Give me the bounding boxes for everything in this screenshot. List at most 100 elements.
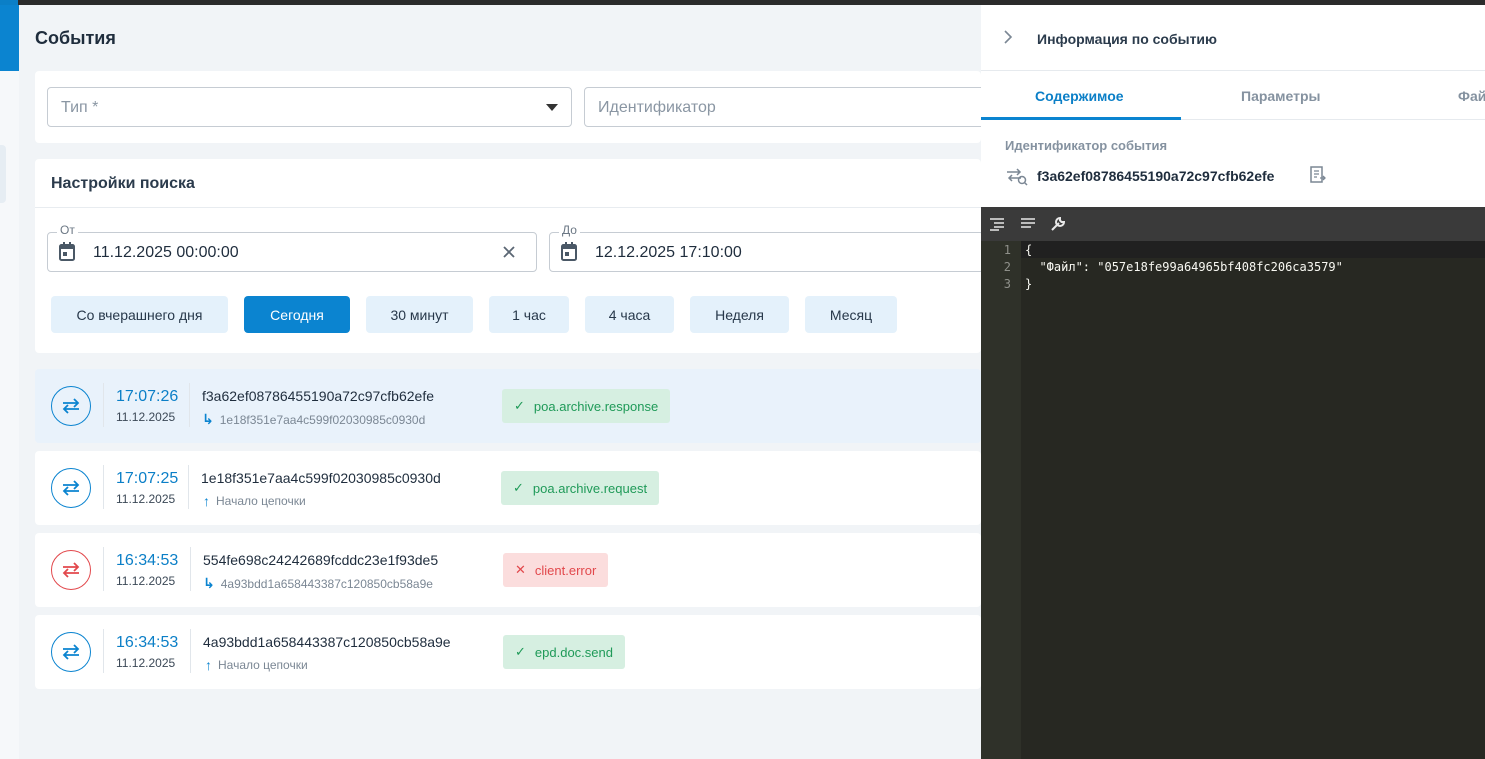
date-from-value: 11.12.2025 00:00:00: [93, 244, 239, 261]
line-number-gutter: 1 2 3: [981, 241, 1021, 759]
status-badge: ✓ epd.doc.send: [503, 635, 625, 669]
panel-title: Информация по событию: [1037, 31, 1217, 47]
event-parent: ↳ 4a93bdd1a658443387c120850cb58a9e: [203, 575, 433, 592]
code-line: "Файл": "057e18fe99a64965bf408fc206ca357…: [1025, 260, 1343, 274]
divider: [190, 629, 191, 673]
active-line-highlight: [1021, 241, 1485, 258]
status-badge: ✓ poa.archive.request: [501, 471, 660, 505]
nav-active-marker[interactable]: [0, 5, 19, 71]
event-id-value: f3a62ef08786455190a72c97cfb62efe: [1037, 168, 1275, 184]
chain-start-label: Начало цепочки: [218, 658, 308, 672]
nav-item-hint[interactable]: [0, 145, 6, 203]
events-page: События Тип * Идентификатор Настройки по…: [19, 5, 994, 759]
event-info-panel: Информация по событию Содержимое Парамет…: [981, 5, 1485, 759]
event-parent-id: 1e18f351e7aa4c599f02030985c0930d: [219, 412, 426, 427]
status-badge-label: client.error: [534, 562, 597, 578]
event-row[interactable]: 17:07:25 11.12.2025 1e18f351e7aa4c599f02…: [35, 451, 981, 525]
event-chain-start: ↑ Начало цепочки: [203, 493, 306, 509]
divider: [190, 547, 191, 591]
event-id: 554fe698c24242689fcddc23e1f93de5: [203, 552, 439, 568]
date-to-label: До: [559, 223, 580, 237]
exchange-arrows-icon: [51, 632, 91, 672]
quick-today-button[interactable]: Сегодня: [244, 296, 350, 333]
event-date: 11.12.2025: [116, 574, 176, 588]
date-to-field[interactable]: До 12.12.2025 17:10:00: [549, 223, 984, 272]
event-id-label: Идентификатор события: [1005, 138, 1168, 153]
return-arrow-icon: ↳: [203, 575, 215, 591]
event-chain-start: ↑ Начало цепочки: [205, 657, 308, 673]
date-from-field[interactable]: От 11.12.2025 00:00:00: [47, 223, 537, 272]
filter-card: Тип * Идентификатор: [35, 71, 994, 143]
date-from-label: От: [57, 223, 78, 237]
wrench-icon[interactable]: [1049, 215, 1067, 233]
divider: [103, 383, 104, 427]
page-title: События: [35, 28, 116, 48]
status-badge-label: poa.archive.response: [533, 398, 659, 414]
quick-1hour-button[interactable]: 1 час: [489, 296, 569, 333]
date-to-value: 12.12.2025 17:10:00: [595, 244, 742, 261]
close-icon[interactable]: [502, 245, 516, 259]
quick-30min-button[interactable]: 30 минут: [366, 296, 473, 333]
status-badge: ✓ poa.archive.response: [502, 389, 671, 423]
copy-icon[interactable]: [1309, 165, 1327, 185]
exchange-search-icon: [1007, 168, 1028, 186]
event-time: 17:07:26: [116, 388, 179, 405]
calendar-icon[interactable]: [561, 242, 577, 261]
chain-start-label: Начало цепочки: [216, 494, 306, 508]
tab-files[interactable]: Фай: [1458, 88, 1485, 104]
code-line: {: [1025, 243, 1033, 257]
event-id: 4a93bdd1a658443387c120850cb58a9e: [203, 634, 451, 650]
event-date: 11.12.2025: [116, 656, 176, 670]
event-time: 16:34:53: [116, 634, 179, 651]
event-time: 17:07:25: [116, 470, 179, 487]
compact-icon[interactable]: [1020, 217, 1036, 231]
type-select[interactable]: Тип *: [47, 87, 572, 127]
quick-4hours-button[interactable]: 4 часа: [585, 296, 674, 333]
identifier-input[interactable]: Идентификатор: [584, 87, 994, 127]
panel-header: Информация по событию: [981, 5, 1485, 71]
event-id: f3a62ef08786455190a72c97cfb62efe: [202, 388, 434, 404]
check-icon: ✓: [515, 644, 526, 659]
divider: [35, 207, 981, 208]
divider: [188, 465, 189, 509]
format-icon[interactable]: [989, 217, 1005, 231]
exchange-arrows-icon: [51, 386, 91, 426]
exchange-arrows-icon: [51, 468, 91, 508]
check-icon: ✓: [513, 480, 524, 495]
quick-week-button[interactable]: Неделя: [690, 296, 789, 333]
event-row[interactable]: 16:34:53 11.12.2025 554fe698c24242689fcd…: [35, 533, 981, 607]
status-badge-label: epd.doc.send: [534, 644, 613, 660]
status-badge: ✕ client.error: [503, 553, 609, 587]
event-row[interactable]: 17:07:26 11.12.2025 f3a62ef08786455190a7…: [35, 369, 981, 443]
caret-down-icon: [546, 104, 558, 111]
event-time: 16:34:53: [116, 552, 179, 569]
quick-since-yesterday-button[interactable]: Со вчерашнего дня: [51, 296, 228, 333]
calendar-icon[interactable]: [59, 242, 75, 261]
chevron-right-icon[interactable]: [1003, 30, 1013, 44]
arrow-up-icon: ↑: [205, 657, 212, 673]
line-number: 2: [1003, 260, 1011, 274]
panel-tabs: Содержимое Параметры Фай: [981, 71, 1485, 120]
code-line: }: [1025, 277, 1033, 291]
type-select-placeholder: Тип *: [61, 99, 99, 116]
identifier-placeholder: Идентификатор: [598, 99, 716, 116]
tab-content[interactable]: Содержимое: [1035, 88, 1124, 104]
left-nav-rail: [0, 5, 19, 759]
check-icon: ✓: [514, 398, 525, 413]
editor-toolbar: [981, 207, 1485, 241]
event-parent-id: 4a93bdd1a658443387c120850cb58a9e: [220, 576, 433, 591]
event-date: 11.12.2025: [116, 410, 176, 424]
divider: [103, 629, 104, 673]
event-row[interactable]: 16:34:53 11.12.2025 4a93bdd1a658443387c1…: [35, 615, 981, 689]
search-settings-card: Настройки поиска От 11.12.2025 00:00:00 …: [35, 159, 984, 353]
line-number: 1: [1003, 243, 1011, 257]
tab-parameters[interactable]: Параметры: [1241, 88, 1321, 104]
json-editor[interactable]: 1 2 3 { "Файл": "057e18fe99a64965bf408fc…: [981, 207, 1485, 759]
event-date: 11.12.2025: [116, 492, 176, 506]
quick-month-button[interactable]: Месяц: [805, 296, 897, 333]
event-id: 1e18f351e7aa4c599f02030985c0930d: [201, 470, 441, 486]
exchange-arrows-icon: [51, 550, 91, 590]
divider: [103, 547, 104, 591]
event-parent: ↳ 1e18f351e7aa4c599f02030985c0930d: [202, 411, 425, 428]
divider: [189, 383, 190, 427]
